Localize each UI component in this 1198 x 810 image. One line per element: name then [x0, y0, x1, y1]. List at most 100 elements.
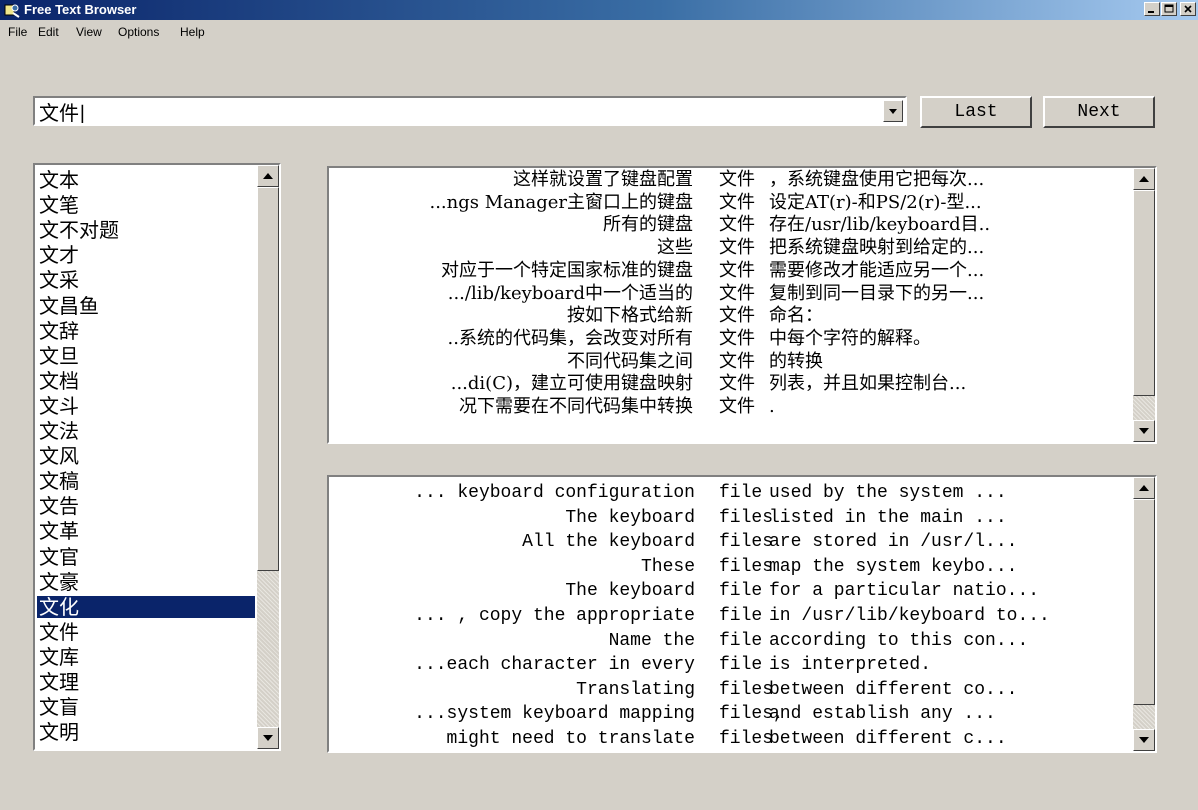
concordance-left-context: ...di(C)，建立可使用键盘映射 [450, 373, 693, 395]
maximize-button[interactable] [1161, 2, 1177, 16]
word-list-scrollbar[interactable] [257, 165, 279, 749]
chevron-down-icon [889, 109, 897, 114]
list-item[interactable]: 文采 [39, 269, 251, 291]
concordance-right-context: in /usr/lib/keyboard to... [769, 606, 1050, 626]
concordance-left-context: might need to translate [446, 729, 695, 749]
concordance-row[interactable]: Translating files between different co... [329, 680, 1129, 700]
list-item[interactable]: 文档 [39, 370, 251, 392]
concordance-left-context: Name the [608, 630, 695, 651]
list-item[interactable]: 文明 [39, 721, 251, 743]
list-item[interactable]: 文法 [39, 420, 251, 442]
concordance-row[interactable]: ...system keyboard mapping files, and esta… [329, 704, 1129, 724]
arrow-down-icon [1139, 737, 1149, 743]
concordance-left-context: ...each character in every [414, 655, 695, 676]
scroll-thumb[interactable] [1133, 190, 1155, 396]
minimize-button[interactable] [1144, 2, 1160, 16]
scroll-down-button[interactable] [1133, 729, 1155, 751]
scroll-thumb[interactable] [1133, 499, 1155, 705]
close-button[interactable] [1180, 2, 1196, 16]
concordance-row[interactable]: These files map the system keybo... [329, 557, 1129, 577]
list-item[interactable]: 文理 [39, 671, 251, 693]
list-item[interactable]: 文件 [39, 621, 251, 643]
english-panel-scrollbar[interactable] [1133, 477, 1155, 751]
chinese-concordance-panel[interactable]: 这样就设置了键盘配置 文件 ，系统键盘使用它把每次... ...ngs Manager… [327, 166, 1157, 444]
list-item[interactable]: 文本 [39, 169, 251, 191]
concordance-row[interactable]: All the keyboard files are stored in /usr/… [329, 532, 1129, 552]
concordance-row[interactable]: 这样就设置了键盘配置 文件 ，系统键盘使用它把每次... [329, 170, 1129, 190]
list-item[interactable]: 文昌鱼 [39, 295, 251, 317]
list-item[interactable]: 文才 [39, 244, 251, 266]
concordance-right-context: used by the system ... [769, 483, 1007, 503]
list-item[interactable]: 文辞 [39, 320, 251, 342]
english-concordance-panel[interactable]: ... keyboard configuration file used by th… [327, 475, 1157, 753]
list-item[interactable]: 文豪 [39, 571, 251, 593]
concordance-keyword: file [719, 606, 763, 626]
search-input[interactable] [39, 99, 869, 123]
menu-options[interactable]: Options [118, 25, 159, 39]
concordance-row[interactable]: 这些 文件 把系统键盘映射到给定的... [329, 238, 1129, 258]
search-combobox[interactable] [33, 96, 907, 126]
arrow-up-icon [263, 173, 273, 179]
concordance-row[interactable]: .../lib/keyboard中一个适当的 文件 复制到同一目录下的另一... [329, 282, 1129, 304]
menu-help[interactable]: Help [180, 25, 205, 39]
menu-file[interactable]: File [8, 25, 27, 39]
concordance-right-context: is interpreted. [769, 655, 932, 676]
list-item[interactable]: 文斗 [39, 395, 251, 417]
arrow-up-icon [1139, 485, 1149, 491]
concordance-row[interactable]: ...ngs Manager主窗口上的键盘 文件 设定AT(r)-和PS/2(r)-… [329, 192, 1129, 213]
concordance-row[interactable]: ...each character in every file is interpr… [329, 655, 1129, 675]
concordance-keyword: 文件 [719, 327, 755, 349]
concordance-left-context: 对应于一个特定国家标准的键盘 [441, 259, 693, 281]
window-title: Free Text Browser [24, 2, 137, 17]
list-item[interactable]: 文不对题 [39, 219, 251, 241]
concordance-keyword: 文件 [719, 237, 755, 259]
menu-view[interactable]: View [76, 25, 102, 39]
scroll-down-button[interactable] [257, 727, 279, 749]
last-button[interactable]: Last [920, 96, 1032, 128]
concordance-row[interactable]: The keyboard files listed in the main ... [329, 508, 1129, 528]
next-button[interactable]: Next [1043, 96, 1155, 128]
concordance-keyword: files [719, 679, 774, 700]
search-dropdown-button[interactable] [883, 100, 903, 122]
list-item[interactable]: 文风 [39, 445, 251, 467]
list-item[interactable]: 文稿 [39, 470, 251, 492]
concordance-row[interactable]: ... , copy the appropriate file in /usr/li… [329, 606, 1129, 626]
concordance-row[interactable]: 不同代码集之间 文件 的转换 [329, 351, 1129, 372]
concordance-left-context: ..系统的代码集，会改变对所有 [447, 327, 693, 349]
scroll-thumb[interactable] [257, 187, 279, 571]
list-item[interactable]: 文官 [39, 546, 251, 568]
concordance-right-context: ，系统键盘使用它把每次... [769, 169, 985, 190]
scroll-up-button[interactable] [1133, 477, 1155, 499]
concordance-keyword: files [719, 556, 774, 577]
title-bar: Free Text Browser [0, 0, 1198, 20]
concordance-keyword: file [719, 655, 763, 676]
concordance-left-context: These [640, 556, 695, 577]
chinese-panel-scrollbar[interactable] [1133, 168, 1155, 442]
concordance-row[interactable]: 对应于一个特定国家标准的键盘 文件 需要修改才能适应另一个... [329, 259, 1129, 281]
concordance-row[interactable]: ... keyboard configuration file used by th… [329, 483, 1129, 503]
scroll-up-button[interactable] [1133, 168, 1155, 190]
concordance-row[interactable]: 所有的键盘 文件 存在/usr/lib/keyboard目.. [329, 215, 1129, 235]
word-list[interactable]: 文本文笔文不对题文才文采文昌鱼文辞文旦文档文斗文法文风文稿文告文革文官文豪 文化文… [33, 163, 281, 751]
list-item[interactable]: 文盲 [39, 696, 251, 718]
list-item[interactable]: 文革 [39, 520, 251, 542]
scroll-down-button[interactable] [1133, 420, 1155, 442]
concordance-row[interactable]: Name the file according to this con... [329, 631, 1129, 651]
arrow-down-icon [263, 735, 273, 741]
list-item[interactable]: 文旦 [39, 345, 251, 367]
list-item[interactable]: 文笔 [39, 194, 251, 216]
concordance-keyword: 文件 [719, 282, 755, 304]
concordance-right-context: for a particular natio... [769, 581, 1040, 602]
concordance-keyword: 文件 [719, 214, 755, 236]
concordance-row[interactable]: ...di(C)，建立可使用键盘映射 文件 列表，并且如果控制台... [329, 374, 1129, 394]
list-item[interactable]: 文告 [39, 495, 251, 517]
concordance-row[interactable]: The keyboard file for a particular natio..… [329, 581, 1129, 601]
concordance-row[interactable]: might need to translate files between diff… [329, 729, 1129, 749]
menu-edit[interactable]: Edit [38, 25, 59, 39]
scroll-up-button[interactable] [257, 165, 279, 187]
concordance-row[interactable]: ..系统的代码集，会改变对所有 文件 中每个字符的解释。 [329, 327, 1129, 349]
concordance-row[interactable]: 况下需要在不同代码集中转换 文件. [329, 397, 1129, 417]
concordance-row[interactable]: 按如下格式给新 文件 命名： [329, 306, 1129, 326]
list-item[interactable]: 文库 [39, 646, 251, 668]
list-item[interactable]: 文化 [37, 595, 255, 618]
